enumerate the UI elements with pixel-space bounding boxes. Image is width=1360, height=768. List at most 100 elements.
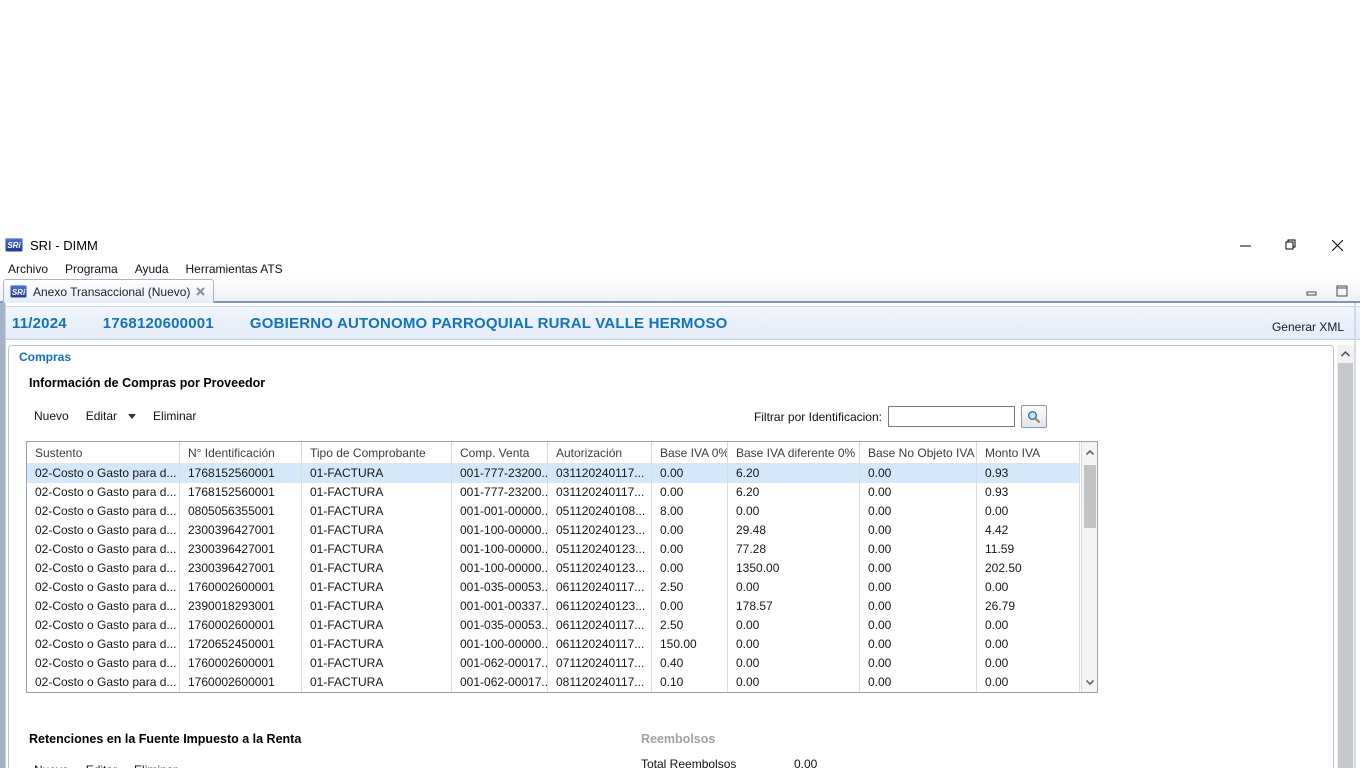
table-row[interactable]: 02-Costo o Gasto para d...17600026000010… (27, 616, 1097, 635)
table-cell: 02-Costo o Gasto para d... (27, 559, 180, 578)
menu-item-archivo[interactable]: Archivo (8, 262, 48, 276)
tab-anexo-transaccional[interactable]: SRi Anexo Transaccional (Nuevo) (3, 279, 214, 303)
table-row[interactable]: 02-Costo o Gasto para d...17600026000010… (27, 578, 1097, 597)
view-controls (1306, 284, 1348, 302)
table-cell: 01-FACTURA (302, 540, 452, 559)
table-cell: 11.59 (977, 540, 1080, 559)
table-cell: 0.00 (652, 597, 728, 616)
table-cell: 001-777-23200... (452, 483, 548, 502)
table-cell: 001-001-00337... (452, 597, 548, 616)
view-minimize-icon[interactable] (1306, 284, 1318, 302)
total-reembolsos: Total Reembolsos 0.00 (641, 757, 736, 768)
table-scrollbar[interactable] (1081, 442, 1097, 692)
table-cell: 0.00 (977, 616, 1080, 635)
view-maximize-icon[interactable] (1336, 284, 1348, 302)
menu-item-herramientas-ats[interactable]: Herramientas ATS (186, 262, 283, 276)
table-cell: 4.42 (977, 521, 1080, 540)
table-cell: 202.50 (977, 559, 1080, 578)
table-cell: 001-100-00000... (452, 559, 548, 578)
table-cell: 01-FACTURA (302, 521, 452, 540)
table-cell: 0.00 (977, 578, 1080, 597)
column-header[interactable]: Autorización (548, 442, 652, 464)
table-cell: 29.48 (728, 521, 860, 540)
generar-xml-button[interactable]: Generar XML (1272, 320, 1344, 334)
table-cell: 02-Costo o Gasto para d... (27, 521, 180, 540)
table-cell: 001-035-00053... (452, 616, 548, 635)
table-cell: 2300396427001 (180, 559, 302, 578)
table-cell: 6.20 (728, 483, 860, 502)
minimize-button[interactable] (1222, 232, 1268, 258)
main-scrollbar-thumb[interactable] (1338, 363, 1353, 768)
table-cell: 0.00 (860, 635, 977, 654)
table-cell: 01-FACTURA (302, 578, 452, 597)
compras-panel: Compras Información de Compras por Prove… (8, 345, 1334, 768)
restore-button[interactable] (1268, 232, 1314, 258)
table-cell: 0.00 (652, 521, 728, 540)
column-header[interactable]: Tipo de Comprobante (302, 442, 452, 464)
table-cell: 001-001-00000... (452, 502, 548, 521)
table-row[interactable]: 02-Costo o Gasto para d...23003964270010… (27, 540, 1097, 559)
table-scroll-up-icon[interactable] (1082, 445, 1098, 459)
table-cell: 01-FACTURA (302, 654, 452, 673)
menu-bar: Archivo Programa Ayuda Herramientas ATS (0, 258, 1360, 279)
scroll-up-icon[interactable] (1337, 345, 1354, 362)
table-row[interactable]: 02-Costo o Gasto para d...17206524500010… (27, 635, 1097, 654)
editar-dropdown-icon[interactable] (128, 414, 136, 419)
total-reembolsos-label: Total Reembolsos (641, 757, 736, 768)
column-header[interactable]: Base No Objeto IVA (860, 442, 977, 464)
table-scrollbar-thumb[interactable] (1084, 465, 1096, 528)
table-cell: 061120240117... (548, 616, 652, 635)
column-header[interactable]: Base IVA diferente 0% (728, 442, 860, 464)
retenciones-editar-button[interactable]: Editar (86, 763, 117, 768)
main-scrollbar[interactable] (1337, 345, 1354, 768)
table-cell: 1760002600001 (180, 578, 302, 597)
table-cell: 001-100-00000... (452, 521, 548, 540)
search-button[interactable] (1021, 405, 1047, 428)
table-row[interactable]: 02-Costo o Gasto para d...17600026000010… (27, 654, 1097, 673)
table-cell: 0.00 (860, 502, 977, 521)
table-row[interactable]: 02-Costo o Gasto para d...23003964270010… (27, 521, 1097, 540)
table-cell: 01-FACTURA (302, 464, 452, 483)
table-cell: 1768152560001 (180, 483, 302, 502)
table-cell: 26.79 (977, 597, 1080, 616)
table-header-row: SustentoN° IdentificaciónTipo de Comprob… (27, 442, 1097, 464)
table-row[interactable]: 02-Costo o Gasto para d...08050563550010… (27, 502, 1097, 521)
table-row[interactable]: 02-Costo o Gasto para d...17681525600010… (27, 483, 1097, 502)
editar-button[interactable]: Editar (86, 409, 117, 423)
table-row[interactable]: 02-Costo o Gasto para d...2300396427001 0… (27, 559, 1097, 578)
menu-item-ayuda[interactable]: Ayuda (135, 262, 169, 276)
table-scroll-down-icon[interactable] (1082, 675, 1098, 689)
column-header[interactable]: Base IVA 0% (652, 442, 728, 464)
app-window: SRi SRI - DIMM (0, 232, 1360, 768)
table-cell: 051120240123... (548, 540, 652, 559)
column-header[interactable]: Monto IVA (977, 442, 1080, 464)
close-button[interactable] (1314, 232, 1360, 258)
column-header[interactable]: N° Identificación (180, 442, 302, 464)
reembolsos-section-label: Reembolsos (641, 732, 715, 746)
table-cell: 001-100-00000... (452, 635, 548, 654)
retenciones-eliminar-button[interactable]: Eliminar (134, 763, 177, 768)
period-label: 11/2024 (12, 315, 67, 332)
table-cell: 150.00 (652, 635, 728, 654)
table-row[interactable]: 02-Costo o Gasto para d...23900182930010… (27, 597, 1097, 616)
table-cell: 001-777-23200... (452, 464, 548, 483)
table-row[interactable]: 02-Costo o Gasto para d...17600026000010… (27, 673, 1097, 692)
filter-input[interactable] (888, 406, 1015, 427)
column-header[interactable]: Comp. Venta (452, 442, 548, 464)
table-cell: 001-100-00000... (452, 540, 548, 559)
table-cell: 0.00 (860, 578, 977, 597)
eliminar-button[interactable]: Eliminar (153, 409, 196, 423)
tab-close-icon[interactable] (196, 287, 205, 296)
table-cell: 0.00 (652, 464, 728, 483)
column-header[interactable]: Sustento (27, 442, 180, 464)
table-row[interactable]: 02-Costo o Gasto para d...17681525600010… (27, 464, 1097, 483)
table-cell: 0.00 (860, 540, 977, 559)
table-cell: 0.00 (860, 483, 977, 502)
compras-section-label: Compras (19, 350, 71, 364)
table-cell: 02-Costo o Gasto para d... (27, 464, 180, 483)
window-right-edge (1354, 303, 1356, 768)
nuevo-button[interactable]: Nuevo (34, 409, 69, 423)
minimize-icon (1240, 240, 1251, 251)
menu-item-programa[interactable]: Programa (65, 262, 118, 276)
retenciones-nuevo-button[interactable]: Nuevo (34, 763, 69, 768)
